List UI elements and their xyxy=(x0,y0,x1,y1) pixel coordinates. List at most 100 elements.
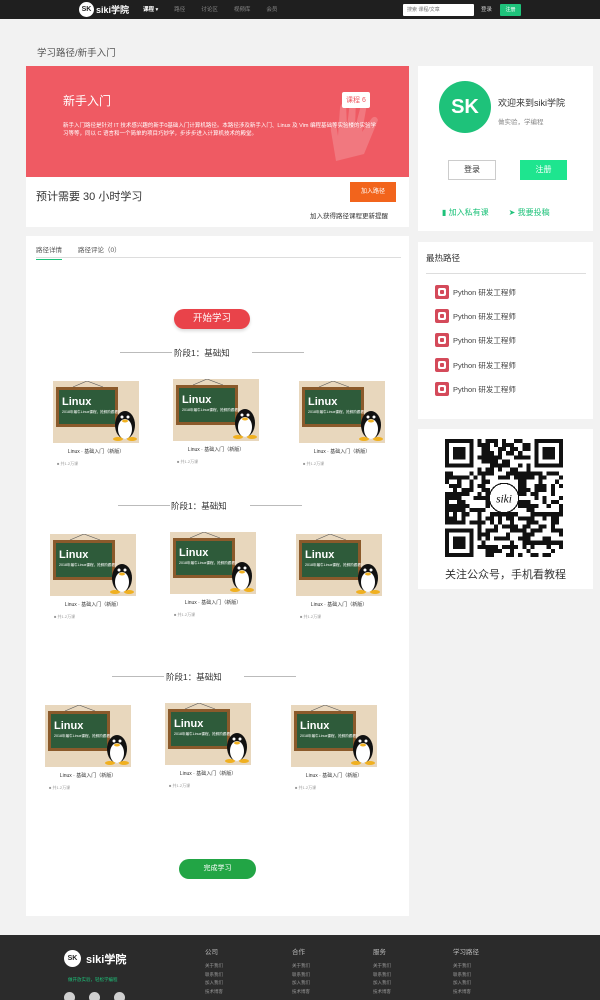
hot-path-item[interactable]: Python 研发工程师 xyxy=(435,285,516,299)
board-title: Linux xyxy=(308,396,338,408)
hot-path-item[interactable]: Python 研发工程师 xyxy=(435,309,516,323)
search-input[interactable] xyxy=(403,4,474,16)
course-title: Linux · 基础入门（新版） xyxy=(184,600,242,606)
footer-link[interactable]: 联系我们 xyxy=(373,971,391,980)
course-meta: ■ 共1.2万课 xyxy=(296,614,382,620)
footer-link[interactable]: 技术博客 xyxy=(373,988,391,997)
hot-path-label: Python 研发工程师 xyxy=(453,384,516,394)
board-text: 2018年最牛Linux课程，抢鲜阶跟看！ xyxy=(305,562,365,567)
stage-divider xyxy=(252,352,304,353)
footer-link[interactable]: 加入我们 xyxy=(453,979,479,988)
board-text: 2018年最牛Linux课程，抢鲜阶跟看！ xyxy=(54,733,114,738)
nav-register-button[interactable]: 注册 xyxy=(500,4,521,16)
register-button[interactable]: 注册 xyxy=(520,160,567,180)
course-card[interactable]: Linux 2018年最牛Linux课程，抢鲜阶跟看！ Linux · 基础入门（新… xyxy=(296,533,382,626)
hot-path-label: Python 研发工程师 xyxy=(453,335,516,345)
course-meta-text: 共1.2万课 xyxy=(177,612,196,617)
footer-link[interactable]: 联系我们 xyxy=(205,971,223,980)
stage-title: 阶段1：基础知 xyxy=(171,501,227,511)
path-hero-card: 新手入门 课程 6 新手入门路径是针对 IT 技术感兴趣的新手0基础入门计算机路… xyxy=(26,66,409,227)
path-icon xyxy=(435,382,449,396)
hot-path-item[interactable]: Python 研发工程师 xyxy=(435,358,516,372)
course-card[interactable]: Linux 2018年最牛Linux课程，抢鲜阶跟看！ Linux · 基础入门（新… xyxy=(170,531,256,624)
footer-logo-mark: SK xyxy=(64,950,81,967)
course-title: Linux · 基础入门（新版） xyxy=(59,773,117,779)
nav-item-courses[interactable]: 课程 ▾ xyxy=(143,5,158,13)
footer-link[interactable]: 关于我们 xyxy=(453,962,479,971)
footer-link[interactable]: 加入我们 xyxy=(292,979,310,988)
weibo-icon[interactable] xyxy=(114,992,125,1000)
hot-path-item[interactable]: Python 研发工程师 xyxy=(435,382,516,396)
footer-logo[interactable]: SK siki学院 xyxy=(64,950,126,967)
stage-divider xyxy=(244,676,296,677)
nav-item-paths[interactable]: 路径 xyxy=(174,5,185,13)
submit-article-link[interactable]: ➤ 我要投稿 xyxy=(509,207,550,218)
footer-link[interactable]: 关于我们 xyxy=(292,962,310,971)
hot-path-label: Python 研发工程师 xyxy=(453,287,516,297)
qr-center-text: siki xyxy=(496,493,512,505)
path-banner: 新手入门 课程 6 新手入门路径是针对 IT 技术感兴趣的新手0基础入门计算机路… xyxy=(26,66,409,177)
join-path-button[interactable]: 加入路径 xyxy=(350,182,396,202)
linux-board-image: Linux2018年最牛Linux课程，抢鲜阶跟看！ xyxy=(45,704,131,767)
qq-icon[interactable] xyxy=(89,992,100,1000)
start-learning-button[interactable]: 开始学习 xyxy=(174,309,250,329)
course-card[interactable]: Linux 2018年最牛Linux课程，抢鲜阶跟看！ Linux · 基础入门（新… xyxy=(45,704,131,797)
course-meta-text: 共1.2万课 xyxy=(306,461,325,466)
course-card[interactable]: Linux 2018年最牛Linux课程，抢鲜阶跟看！ Linux · 基础入门（新… xyxy=(165,702,251,795)
linux-board-image: Linux2018年最牛Linux课程，抢鲜阶跟看！ xyxy=(165,702,251,765)
send-icon: ➤ xyxy=(508,208,516,217)
course-card[interactable]: Linux 2018年最牛Linux课程，抢鲜阶跟看！ Linux · 基础入门（新… xyxy=(53,380,139,473)
nav-item-videos[interactable]: 视频库 xyxy=(234,5,251,13)
submit-article-label: 我要投稿 xyxy=(517,208,550,217)
avatar: SK xyxy=(439,81,491,133)
login-button[interactable]: 登录 xyxy=(448,160,496,180)
footer-link[interactable]: 技术博客 xyxy=(292,988,310,997)
nav-item-member[interactable]: 会员 xyxy=(266,5,277,13)
course-card[interactable]: Linux 2018年最牛Linux课程，抢鲜阶跟看！ Linux · 基础入门（新… xyxy=(50,533,136,626)
footer-column-title: 学习路径 xyxy=(453,949,479,956)
course-meta-text: 共1.2万课 xyxy=(172,783,191,788)
top-nav: SK siki学院 课程 ▾ 路径 讨论区 视频库 会员 登录 注册 xyxy=(0,0,600,19)
course-thumbnail: Linux 2018年最牛Linux课程，抢鲜阶跟看！ xyxy=(165,702,251,765)
qr-code: siki xyxy=(445,439,563,557)
course-card[interactable]: Linux 2018年最牛Linux课程，抢鲜阶跟看！ Linux · 基础入门（新… xyxy=(299,380,385,473)
study-hours: 预计需要 30 小时学习 xyxy=(36,191,143,203)
footer-column-title: 公司 xyxy=(205,949,218,956)
footer-link[interactable]: 技术博客 xyxy=(205,988,223,997)
course-meta: ■ 共1.2万课 xyxy=(173,459,259,465)
footer-slogan: 做开放实验，轻松学编程 xyxy=(68,977,118,982)
stage-title: 阶段1：基础知 xyxy=(174,348,230,358)
course-card[interactable]: Linux 2018年最牛Linux课程，抢鲜阶跟看！ Linux · 基础入门（新… xyxy=(291,704,377,797)
hot-divider xyxy=(426,273,586,274)
footer-link[interactable]: 关于我们 xyxy=(373,962,391,971)
site-logo[interactable]: SK siki学院 xyxy=(79,2,129,17)
footer-link[interactable]: 关于我们 xyxy=(205,962,223,971)
board-text: 2018年最牛Linux课程，抢鲜阶跟看！ xyxy=(179,560,239,565)
footer-link[interactable]: 技术博客 xyxy=(453,988,479,997)
course-meta-text: 共1.2万课 xyxy=(298,785,317,790)
hot-paths-card: 最热路径 Python 研发工程师 Python 研发工程师 Python 研发… xyxy=(418,242,593,419)
nav-item-forum[interactable]: 讨论区 xyxy=(201,5,218,13)
footer-column: 合作 关于我们 联系我们 加入我们 技术博客 xyxy=(292,946,310,996)
board-text: 2018年最牛Linux课程，抢鲜阶跟看！ xyxy=(308,409,368,414)
join-private-course-link[interactable]: ▮ 加入私有课 xyxy=(442,207,489,218)
course-title: Linux · 基础入门（新版） xyxy=(187,447,245,453)
footer-link[interactable]: 联系我们 xyxy=(292,971,310,980)
course-meta-text: 共1.2万课 xyxy=(57,614,76,619)
footer-link[interactable]: 加入我们 xyxy=(205,979,223,988)
course-card[interactable]: Linux 2018年最牛Linux课程，抢鲜阶跟看！ Linux · 基础入门（新… xyxy=(173,378,259,471)
footer-column: 公司关于我们 联系我们 加入我们 技术博客 xyxy=(205,946,223,996)
linux-board-image: Linux2018年最牛Linux课程，抢鲜阶跟看！ xyxy=(173,378,259,441)
finish-learning-button[interactable]: 完成学习 xyxy=(179,859,256,879)
footer-link[interactable]: 联系我们 xyxy=(453,971,479,980)
footer-link[interactable]: 加入我们 xyxy=(373,979,391,988)
nav-login-link[interactable]: 登录 xyxy=(481,5,492,13)
hot-path-item[interactable]: Python 研发工程师 xyxy=(435,333,516,347)
course-title: Linux · 基础入门（新版） xyxy=(310,602,368,608)
footer-column: 服务 关于我们 联系我们 加入我们 技术博客 xyxy=(373,946,391,996)
wechat-icon[interactable] xyxy=(64,992,75,1000)
logo-mark: SK xyxy=(79,2,94,17)
course-thumbnail: Linux 2018年最牛Linux课程，抢鲜阶跟看！ xyxy=(53,380,139,443)
nav-menu: 课程 ▾ 路径 讨论区 视频库 会员 xyxy=(143,5,277,13)
board-text: 2018年最牛Linux课程，抢鲜阶跟看！ xyxy=(300,733,360,738)
